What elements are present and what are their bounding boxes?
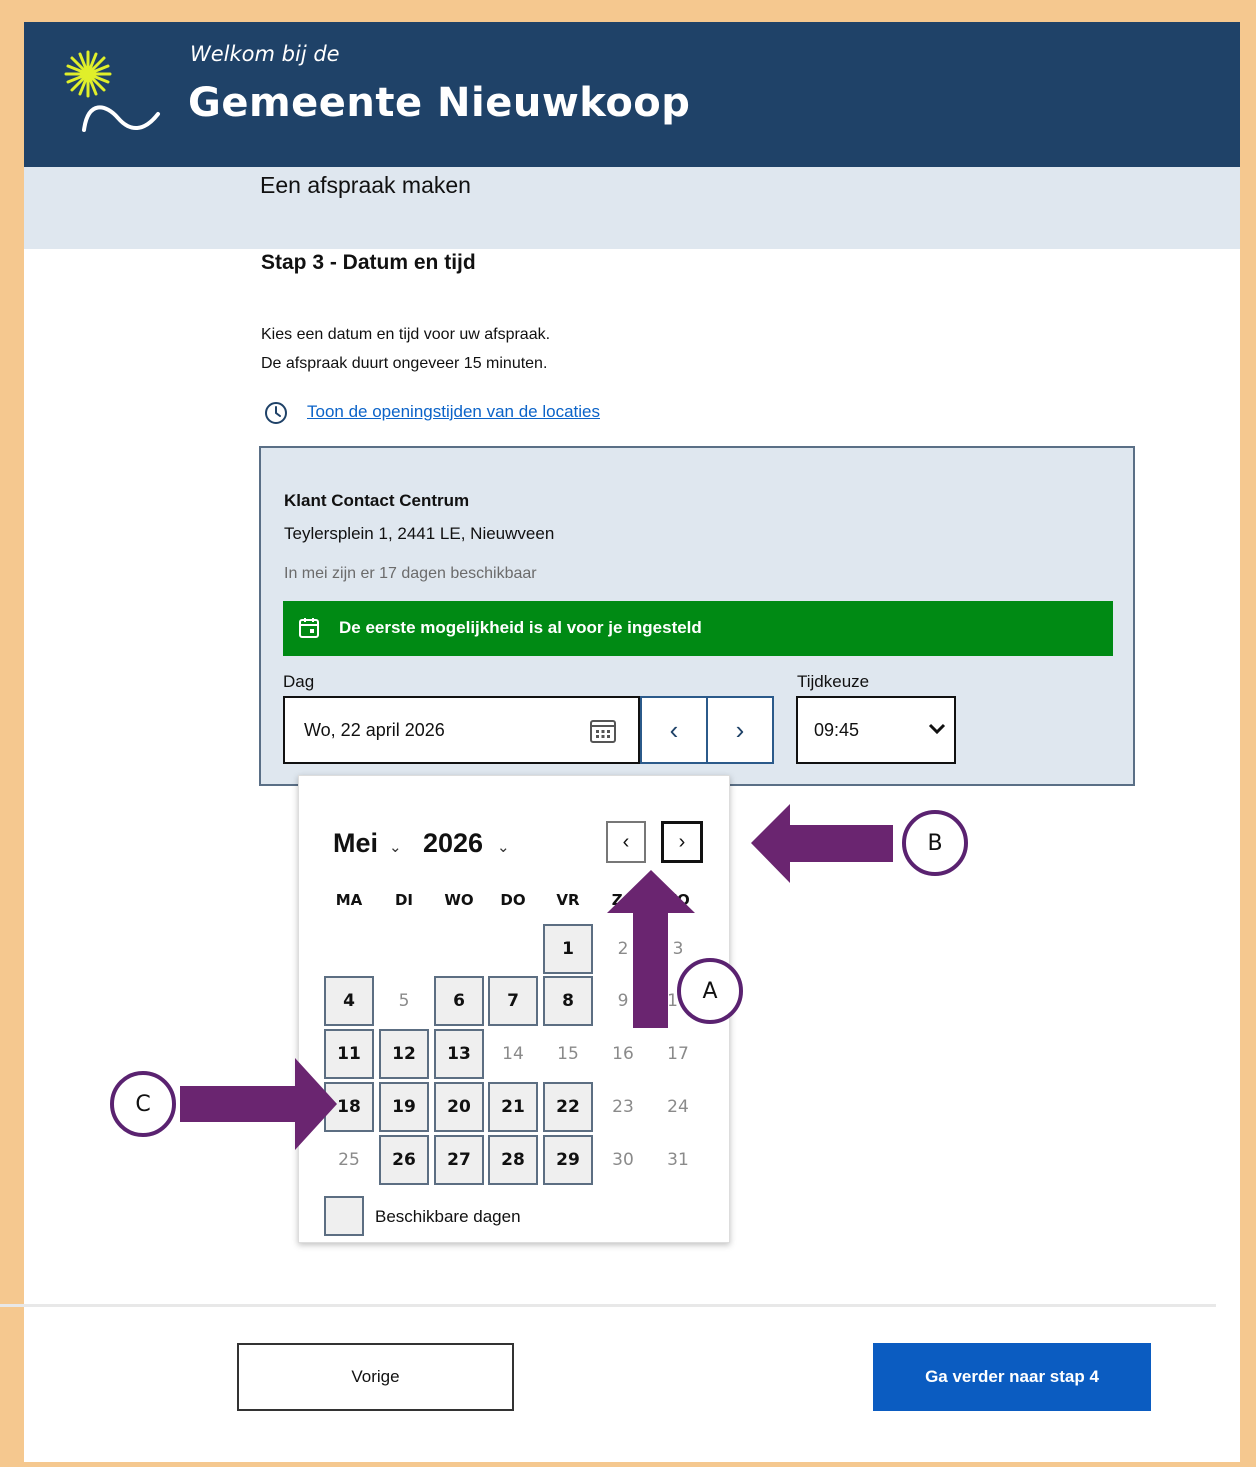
chevron-down-icon <box>928 723 946 735</box>
annotation-marker-c: C <box>110 1071 176 1137</box>
chevron-down-icon: ⌄ <box>389 839 402 856</box>
calendar-day-unavailable: 5 <box>398 991 410 1011</box>
previous-button[interactable]: Vorige <box>237 1343 514 1411</box>
calendar-day-available[interactable]: 29 <box>543 1135 593 1185</box>
calendar-day-available[interactable]: 21 <box>488 1082 538 1132</box>
calendar-day-available[interactable]: 7 <box>488 976 538 1026</box>
calendar-day-unavailable: 2 <box>617 939 629 959</box>
first-option-notice: De eerste mogelijkheid is al voor je ing… <box>283 601 1113 656</box>
calendar-day-available[interactable]: 22 <box>543 1082 593 1132</box>
weekday-header: ZA <box>611 891 635 909</box>
calendar-day-available[interactable]: 27 <box>434 1135 484 1185</box>
calendar-day-available[interactable]: 4 <box>324 976 374 1026</box>
site-header: Welkom bij de Gemeente Nieuwkoop <box>24 22 1240 167</box>
calendar-icon[interactable] <box>589 718 617 744</box>
calendar-day-available[interactable]: 11 <box>324 1029 374 1079</box>
calendar-day-available[interactable]: 6 <box>434 976 484 1026</box>
calendar-day-available[interactable]: 8 <box>543 976 593 1026</box>
clock-icon <box>265 402 287 424</box>
calendar-month-select[interactable]: Mei <box>333 828 378 859</box>
legend-swatch <box>324 1196 364 1236</box>
calendar-day-unavailable: 17 <box>667 1044 689 1064</box>
calendar-day-unavailable: 15 <box>557 1044 579 1064</box>
intro-text-1: Kies een datum en tijd voor uw afspraak. <box>261 326 551 343</box>
next-month-button[interactable]: › <box>661 821 703 863</box>
calendar-day-unavailable: 24 <box>667 1097 689 1117</box>
legend-label: Beschikbare dagen <box>375 1207 521 1226</box>
notice-text: De eerste mogelijkheid is al voor je ing… <box>339 618 702 637</box>
calendar-day-available[interactable]: 26 <box>379 1135 429 1185</box>
annotation-marker-a: A <box>677 958 743 1024</box>
availability-text: In mei zijn er 17 dagen beschikbaar <box>284 565 537 582</box>
continue-button[interactable]: Ga verder naar stap 4 <box>873 1343 1151 1411</box>
calendar-day-available[interactable]: 18 <box>324 1082 374 1132</box>
calendar-day-available[interactable]: 1 <box>543 924 593 974</box>
weekday-header: ZO <box>666 891 690 909</box>
calendar-day-unavailable: 31 <box>667 1150 689 1170</box>
intro-text-2: De afspraak duurt ongeveer 15 minuten. <box>261 355 548 372</box>
location-name: Klant Contact Centrum <box>284 491 470 510</box>
calendar-day-available[interactable]: 19 <box>379 1082 429 1132</box>
previous-day-button[interactable]: ‹ <box>640 696 708 764</box>
chevron-down-icon: ⌄ <box>497 839 510 856</box>
calendar-day-available[interactable]: 13 <box>434 1029 484 1079</box>
calendar-popup: Mei ⌄ 2026 ⌄ ‹ › MA DI WO DO VR ZA ZO 12345678… <box>298 775 730 1243</box>
date-input[interactable]: Wo, 22 april 2026 <box>283 696 640 764</box>
date-value: Wo, 22 april 2026 <box>304 720 445 740</box>
weekday-header: WO <box>444 891 474 909</box>
welcome-text: Welkom bij de <box>190 42 340 66</box>
calendar-day-unavailable: 16 <box>612 1044 634 1064</box>
weekday-header: VR <box>556 891 580 909</box>
weekday-header: MA <box>335 891 363 909</box>
municipality-name: Gemeente Nieuwkoop <box>188 80 691 126</box>
calendar-day-unavailable: 25 <box>338 1150 360 1170</box>
previous-month-button[interactable]: ‹ <box>606 821 646 863</box>
calendar-check-icon <box>299 618 319 638</box>
calendar-day-unavailable: 23 <box>612 1097 634 1117</box>
calendar-day-available[interactable]: 20 <box>434 1082 484 1132</box>
opening-hours-link[interactable]: Toon de openingstijden van de locaties <box>307 402 600 422</box>
time-select[interactable]: 09:45 <box>796 696 956 764</box>
annotation-marker-b: B <box>902 810 968 876</box>
subheader-bar <box>24 167 1240 249</box>
calendar-year-select[interactable]: 2026 <box>423 828 483 859</box>
sun-logo-icon <box>64 50 160 132</box>
weekday-header: DO <box>500 891 526 909</box>
calendar-day-unavailable: 30 <box>612 1150 634 1170</box>
day-label: Dag <box>283 672 315 691</box>
step-title: Stap 3 - Datum en tijd <box>261 251 476 274</box>
calendar-day-unavailable: 14 <box>502 1044 524 1064</box>
page-title: Een afspraak maken <box>260 172 471 198</box>
next-day-button[interactable]: › <box>706 696 774 764</box>
calendar-day-available[interactable]: 12 <box>379 1029 429 1079</box>
weekday-header: DI <box>394 891 414 909</box>
footer-divider <box>0 1304 1216 1307</box>
time-value: 09:45 <box>814 720 860 740</box>
time-label: Tijdkeuze <box>797 672 870 691</box>
location-address: Teylersplein 1, 2441 LE, Nieuwveen <box>284 524 555 543</box>
calendar-day-unavailable: 9 <box>617 991 629 1011</box>
calendar-day-available[interactable]: 28 <box>488 1135 538 1185</box>
